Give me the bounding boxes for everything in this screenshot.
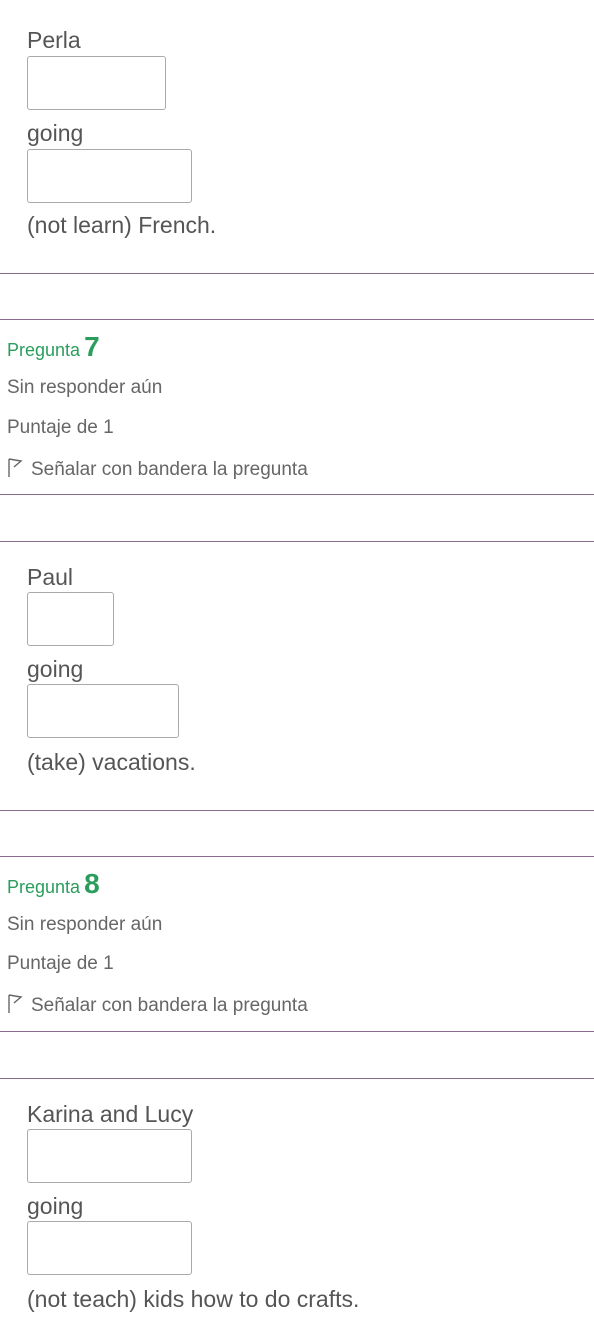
q8-subject: Karina and Lucy: [27, 1101, 194, 1127]
q8-going: going: [27, 1193, 84, 1219]
question-7-heading: Pregunta 7: [7, 331, 100, 363]
q7-subject: Paul: [27, 564, 74, 590]
q7-tail: (take) vacations.: [27, 749, 196, 775]
q7-status: Sin responder aún: [7, 377, 163, 398]
flag-label: Señalar con bandera la pregunta: [31, 459, 308, 480]
q8-status: Sin responder aún: [7, 914, 163, 935]
flag-label: Señalar con bandera la pregunta: [31, 995, 308, 1016]
q7-score: Puntaje de 1: [7, 417, 114, 438]
question-8-heading: Pregunta 8: [7, 868, 100, 900]
q7-blank-2[interactable]: [27, 684, 179, 738]
question-label: Pregunta: [7, 877, 81, 897]
q8-tail: (not teach) kids how to do crafts.: [27, 1286, 360, 1312]
question-number: 8: [84, 868, 100, 899]
q8-blank-1[interactable]: [27, 1129, 192, 1183]
flag-icon: [8, 994, 23, 1013]
divider: [0, 494, 594, 495]
divider: [0, 856, 594, 857]
divider: [0, 541, 594, 542]
divider: [0, 810, 594, 811]
divider: [0, 1078, 594, 1079]
question-number: 7: [84, 331, 100, 362]
q6-subject: Perla: [27, 27, 81, 53]
q8-flag-link[interactable]: Señalar con bandera la pregunta: [7, 994, 308, 1017]
flag-icon: [8, 458, 23, 477]
q7-flag-link[interactable]: Señalar con bandera la pregunta: [7, 458, 308, 481]
q8-blank-2[interactable]: [27, 1221, 192, 1275]
divider: [0, 1031, 594, 1032]
q8-score: Puntaje de 1: [7, 953, 114, 974]
divider: [0, 319, 594, 320]
q7-going: going: [27, 656, 84, 682]
q6-tail: (not learn) French.: [27, 212, 217, 238]
divider: [0, 273, 594, 274]
q6-going: going: [27, 120, 84, 146]
q6-blank-1[interactable]: [27, 56, 166, 110]
q6-blank-2[interactable]: [27, 149, 192, 203]
q7-blank-1[interactable]: [27, 592, 114, 646]
question-label: Pregunta: [7, 340, 81, 360]
